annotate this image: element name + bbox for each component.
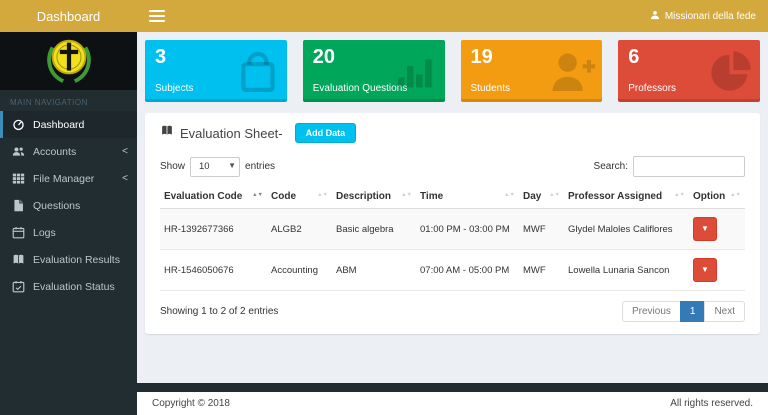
entries-label: entries [245,161,275,172]
stat-cards: 3 Subjects 20 Evaluation Questions 19 St… [145,40,760,102]
sidebar-item-evaluation-results[interactable]: Evaluation Results [0,246,137,273]
user-icon [650,10,660,23]
sort-icon: ▲▼ [252,193,263,199]
pagination: Previous 1 Next [623,301,745,322]
show-label: Show [160,161,185,172]
pagination-next-button[interactable]: Next [704,301,745,322]
sidebar: MAIN NAVIGATION Dashboard Accounts < Fil… [0,32,137,415]
sidebar-item-evaluation-status[interactable]: Evaluation Status [0,273,137,300]
content-area: 3 Subjects 20 Evaluation Questions 19 St… [137,32,768,383]
caret-down-icon: ▼ [701,265,709,274]
table-row: HR-1546050676 Accounting ABM 07:00 AM - … [160,250,745,291]
logo-panel [0,32,137,90]
sidebar-toggle-icon[interactable] [149,10,165,22]
sidebar-item-label: Evaluation Status [33,281,115,293]
chevron-left-icon: < [122,146,128,157]
school-emblem-logo [40,32,98,91]
user-menu[interactable]: Missionari della fede [650,10,756,23]
brand-title[interactable]: Dashboard [0,0,137,32]
stat-label: Professors [628,83,676,94]
user-plus-icon [546,47,596,95]
cell-code: ALGB2 [267,209,332,250]
sidebar-item-label: File Manager [33,173,94,185]
stat-label: Subjects [155,83,193,94]
search-input[interactable] [633,156,745,177]
column-header-evaluation-code[interactable]: Evaluation Code▲▼ [160,186,267,209]
caret-down-icon: ▼ [701,224,709,233]
sort-icon: ▲▼ [504,193,515,199]
sidebar-menu: Dashboard Accounts < File Manager < Ques… [0,111,137,300]
row-options-dropdown-button[interactable]: ▼ [693,217,717,241]
sidebar-item-label: Logs [33,227,56,239]
table-row: HR-1392677366 ALGB2 Basic algebra 01:00 … [160,209,745,250]
sidebar-item-label: Dashboard [33,119,84,131]
sort-icon: ▲▼ [674,193,685,199]
cell-code: Accounting [267,250,332,291]
copyright-text: Copyright © 2018 [152,398,230,409]
sort-icon: ▲▼ [401,193,412,199]
stat-card-subjects: 3 Subjects [145,40,287,102]
top-navbar: Dashboard Missionari della fede [0,0,768,32]
cell-day: MWF [519,209,564,250]
cell-evaluation-code: HR-1392677366 [160,209,267,250]
evaluation-sheet-panel: Evaluation Sheet- Add Data Show 10 ▼ ent… [145,113,760,334]
sidebar-item-accounts[interactable]: Accounts < [0,138,137,165]
pagination-page-1-button[interactable]: 1 [680,301,706,322]
search-label: Search: [594,161,628,172]
page-footer: Copyright © 2018 All rights reserved. [137,392,768,415]
file-icon [12,199,25,212]
cell-description: ABM [332,250,416,291]
stat-card-students: 19 Students [461,40,603,102]
pagination-previous-button[interactable]: Previous [622,301,681,322]
add-data-button[interactable]: Add Data [295,123,357,143]
cell-evaluation-code: HR-1546050676 [160,250,267,291]
sidebar-item-label: Questions [33,200,80,212]
column-header-code[interactable]: Code▲▼ [267,186,332,209]
table-header-row: Evaluation Code▲▼ Code▲▼ Description▲▼ T… [160,186,745,209]
dashboard-icon [12,118,25,131]
pie-chart-icon [708,48,754,94]
column-header-option[interactable]: Option▲▼ [689,186,745,209]
column-header-time[interactable]: Time▲▼ [416,186,519,209]
column-header-professor-assigned[interactable]: Professor Assigned▲▼ [564,186,689,209]
sort-icon: ▲▼ [549,193,560,199]
stat-card-professors: 6 Professors [618,40,760,102]
panel-title: Evaluation Sheet- [180,126,283,141]
sidebar-item-label: Accounts [33,146,76,158]
sidebar-item-file-manager[interactable]: File Manager < [0,165,137,192]
sidebar-section-label: MAIN NAVIGATION [0,90,137,111]
sidebar-item-questions[interactable]: Questions [0,192,137,219]
column-header-day[interactable]: Day▲▼ [519,186,564,209]
sidebar-item-dashboard[interactable]: Dashboard [0,111,137,138]
shopping-bag-icon [233,47,281,95]
column-header-description[interactable]: Description▲▼ [332,186,416,209]
user-name: Missionari della fede [665,11,756,22]
chevron-left-icon: < [122,173,128,184]
sidebar-item-logs[interactable]: Logs [0,219,137,246]
calendar-check-icon [12,280,25,293]
navbar: Missionari della fede [137,0,768,32]
sidebar-item-label: Evaluation Results [33,254,120,266]
users-icon [12,145,25,158]
calendar-icon [12,226,25,239]
cell-description: Basic algebra [332,209,416,250]
entries-select[interactable]: 10 [190,157,240,177]
stat-label: Students [471,83,510,94]
book-icon [12,253,25,266]
cell-professor: Lowella Lunaria Sancon [564,250,689,291]
grid-icon [12,172,25,185]
evaluation-table: Evaluation Code▲▼ Code▲▼ Description▲▼ T… [160,186,745,291]
cell-time: 01:00 PM - 03:00 PM [416,209,519,250]
cell-time: 07:00 AM - 05:00 PM [416,250,519,291]
cell-professor: Glydel Maloles Califlores [564,209,689,250]
row-options-dropdown-button[interactable]: ▼ [693,258,717,282]
bar-chart-icon [393,48,439,94]
sort-icon: ▲▼ [730,193,741,199]
table-info-text: Showing 1 to 2 of 2 entries [160,306,278,317]
book-icon [160,124,174,142]
rights-text: All rights reserved. [670,398,753,409]
stat-card-evaluation-questions: 20 Evaluation Questions [303,40,445,102]
cell-day: MWF [519,250,564,291]
sort-icon: ▲▼ [317,193,328,199]
